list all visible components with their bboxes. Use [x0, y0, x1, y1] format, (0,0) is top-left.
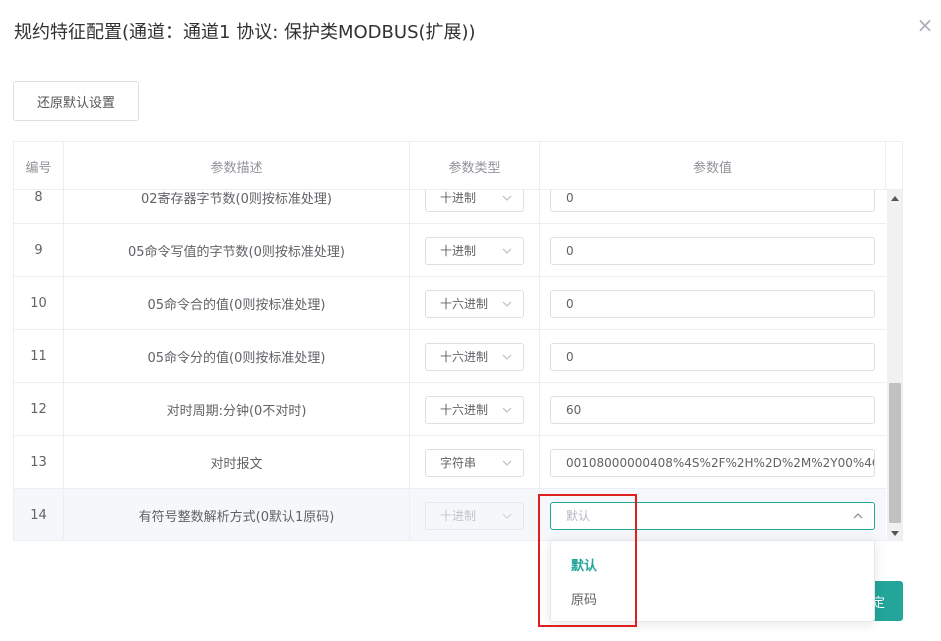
- scroll-up-arrow-icon[interactable]: [891, 196, 899, 201]
- dropdown-option-default[interactable]: 默认: [551, 547, 874, 581]
- row-description: 有符号整数解析方式(0默认1原码): [64, 489, 410, 540]
- param-value-input[interactable]: 0: [550, 236, 875, 265]
- row-type-cell: 十进制: [410, 489, 540, 540]
- chevron-down-icon: [501, 351, 513, 363]
- param-value-input[interactable]: 00108000000408%4S%2F%2H%2D%2M%2Y00%4C: [550, 448, 875, 477]
- table-rows: 8 02寄存器字节数(0则按标准处理) 十进制 0 9 05命令写值的字节数(0…: [14, 190, 886, 540]
- table-row: 14 有符号整数解析方式(0默认1原码) 十进制 默认: [14, 489, 886, 540]
- table-row: 11 05命令分的值(0则按标准处理) 十六进制 0: [14, 330, 886, 383]
- row-type-cell: 十六进制: [410, 277, 540, 330]
- header-index: 编号: [14, 142, 64, 190]
- table-row: 13 对时报文 字符串 00108000000408%4S%2F%2H%2D%2…: [14, 436, 886, 489]
- param-type-value: 十六进制: [440, 297, 489, 311]
- row-type-cell: 十六进制: [410, 330, 540, 383]
- row-value-cell: 60: [540, 383, 886, 436]
- table-row: 12 对时周期:分钟(0不对时) 十六进制 60: [14, 383, 886, 436]
- param-type-value: 十进制: [440, 191, 477, 205]
- header-description: 参数描述: [64, 142, 410, 190]
- param-type-value: 十六进制: [440, 350, 489, 364]
- table-row: 10 05命令合的值(0则按标准处理) 十六进制 0: [14, 277, 886, 330]
- table-row: 8 02寄存器字节数(0则按标准处理) 十进制 0: [14, 190, 886, 224]
- param-type-value: 十六进制: [440, 403, 489, 417]
- row-description: 对时报文: [64, 436, 410, 489]
- row-type-cell: 十六进制: [410, 383, 540, 436]
- chevron-down-icon: [501, 245, 513, 257]
- row-description: 05命令分的值(0则按标准处理): [64, 330, 410, 383]
- dropdown-option-original[interactable]: 原码: [551, 581, 874, 615]
- row-value-cell: 默认: [540, 489, 886, 540]
- row-index: 13: [14, 436, 64, 489]
- param-type-value: 字符串: [440, 456, 477, 470]
- params-table: 编号 参数描述 参数类型 参数值 8 02寄存器字节数(0则按标准处理) 十进制…: [13, 141, 903, 541]
- row-index: 10: [14, 277, 64, 330]
- row-description: 02寄存器字节数(0则按标准处理): [64, 190, 410, 224]
- table-header: 编号 参数描述 参数类型 参数值: [14, 142, 902, 190]
- row-description: 对时周期:分钟(0不对时): [64, 383, 410, 436]
- row-value-cell: 0: [540, 190, 886, 224]
- param-type-select[interactable]: 十六进制: [425, 395, 524, 424]
- header-type: 参数类型: [410, 142, 540, 190]
- param-type-select[interactable]: 字符串: [425, 448, 524, 477]
- table-body: 8 02寄存器字节数(0则按标准处理) 十进制 0 9 05命令写值的字节数(0…: [14, 190, 886, 540]
- value-dropdown-menu: 默认 原码: [550, 540, 875, 622]
- scroll-down-arrow-icon[interactable]: [891, 531, 899, 536]
- param-type-select-disabled: 十进制: [425, 501, 524, 530]
- chevron-down-icon: [501, 192, 513, 204]
- row-index: 14: [14, 489, 64, 540]
- chevron-down-icon: [501, 404, 513, 416]
- row-value-cell: 0: [540, 277, 886, 330]
- param-type-value: 十进制: [440, 244, 477, 258]
- chevron-down-icon: [501, 510, 513, 522]
- param-type-select[interactable]: 十六进制: [425, 289, 524, 318]
- param-type-select[interactable]: 十进制: [425, 236, 524, 265]
- chevron-down-icon: [501, 457, 513, 469]
- row-description: 05命令合的值(0则按标准处理): [64, 277, 410, 330]
- row-index: 8: [14, 190, 64, 224]
- param-type-select[interactable]: 十进制: [425, 190, 524, 212]
- row-index: 11: [14, 330, 64, 383]
- row-type-cell: 十进制: [410, 224, 540, 277]
- param-type-select[interactable]: 十六进制: [425, 342, 524, 371]
- param-value-select[interactable]: 默认: [550, 501, 875, 530]
- param-value-input[interactable]: 0: [550, 342, 875, 371]
- close-icon[interactable]: ×: [914, 14, 936, 36]
- param-value-input[interactable]: 0: [550, 289, 875, 318]
- param-value-input[interactable]: 0: [550, 190, 875, 212]
- row-value-cell: 0: [540, 330, 886, 383]
- row-value-cell: 0: [540, 224, 886, 277]
- header-gutter: [886, 142, 902, 190]
- header-value: 参数值: [540, 142, 886, 190]
- row-index: 12: [14, 383, 64, 436]
- param-type-value: 十进制: [440, 509, 477, 523]
- scrollbar-thumb[interactable]: [889, 383, 901, 523]
- dialog-title: 规约特征配置(通道：通道1 协议: 保护类MODBUS(扩展)): [14, 22, 476, 43]
- table-row: 9 05命令写值的字节数(0则按标准处理) 十进制 0: [14, 224, 886, 277]
- restore-defaults-button[interactable]: 还原默认设置: [13, 81, 139, 121]
- row-value-cell: 00108000000408%4S%2F%2H%2D%2M%2Y00%4C: [540, 436, 886, 489]
- row-type-cell: 十进制: [410, 190, 540, 224]
- row-type-cell: 字符串: [410, 436, 540, 489]
- select-placeholder: 默认: [566, 509, 591, 523]
- table-scrollbar[interactable]: [887, 190, 902, 540]
- row-description: 05命令写值的字节数(0则按标准处理): [64, 224, 410, 277]
- chevron-up-icon: [852, 510, 864, 522]
- row-index: 9: [14, 224, 64, 277]
- param-value-input[interactable]: 60: [550, 395, 875, 424]
- chevron-down-icon: [501, 298, 513, 310]
